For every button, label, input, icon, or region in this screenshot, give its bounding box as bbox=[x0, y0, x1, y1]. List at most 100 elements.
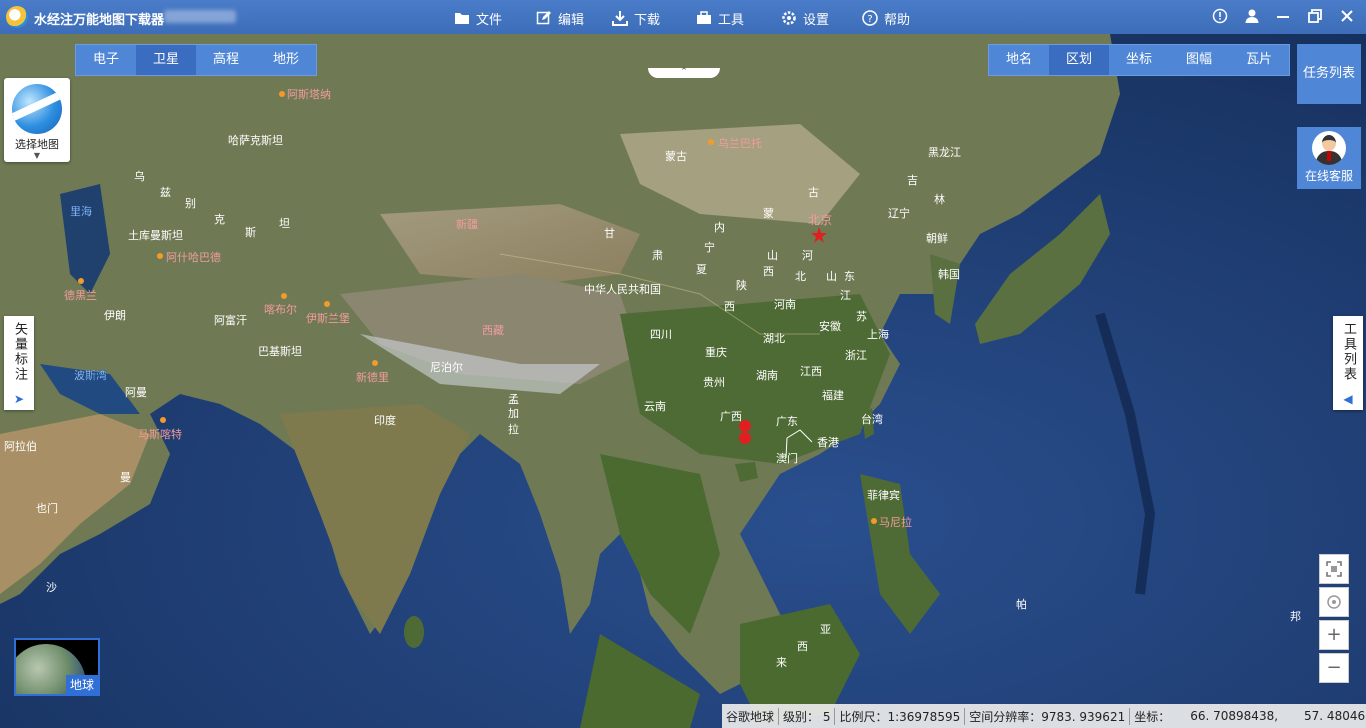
restore-icon[interactable] bbox=[1306, 8, 1324, 26]
online-service-button[interactable]: 在线客服 bbox=[1297, 127, 1361, 189]
label-jilin2: 林 bbox=[934, 192, 945, 206]
task-list-button[interactable]: 任务列表 bbox=[1297, 44, 1361, 104]
select-map-label: 选择地图 bbox=[15, 138, 59, 151]
label-heilongjiang: 黑龙江 bbox=[928, 146, 961, 159]
label-ashgabat: 阿什哈巴德 bbox=[166, 250, 221, 264]
tab-elevation[interactable]: 高程 bbox=[196, 45, 256, 75]
label-anhui: 安徽 bbox=[819, 319, 841, 333]
scale: 比例尺：1:36978595 bbox=[835, 707, 966, 725]
status-bar: 谷歌地球 级别： 5 比例尺：1:36978595 空间分辨率：9783. 93… bbox=[722, 704, 1366, 728]
earth-label: 地球 bbox=[65, 675, 98, 694]
app-logo-icon bbox=[6, 6, 28, 28]
label-shandong1: 山 bbox=[826, 270, 837, 283]
toolbox-icon bbox=[697, 11, 711, 24]
label-dprk: 朝鲜 bbox=[926, 231, 948, 245]
label-shanxi1: 山 bbox=[767, 249, 778, 262]
map-source-globe-icon bbox=[12, 84, 62, 134]
label-uz2: 兹 bbox=[160, 186, 171, 199]
app-title: 水经注万能地图下载器 bbox=[34, 13, 165, 28]
label-ningxia1: 宁 bbox=[704, 240, 715, 254]
menu-file[interactable]: 文件 bbox=[454, 8, 502, 28]
label-hebei2: 北 bbox=[795, 270, 806, 283]
label-iran: 伊朗 bbox=[104, 309, 126, 322]
label-nm1: 内 bbox=[714, 220, 725, 234]
label-new-delhi: 新德里 bbox=[356, 370, 389, 384]
earth-thumbnail[interactable]: 地球 bbox=[14, 638, 100, 696]
version-text-blurred bbox=[164, 10, 236, 23]
label-uz6: 坦 bbox=[279, 216, 290, 230]
tab-map-sheets[interactable]: 图幅 bbox=[1169, 45, 1229, 75]
vector-annotation-tab[interactable]: 矢量标注 ➤ bbox=[4, 316, 34, 410]
select-map-button[interactable]: 选择地图 ▼ bbox=[4, 78, 70, 162]
coords-lat: 57. 4804687 bbox=[1304, 709, 1366, 723]
label-arabia: 阿拉伯 bbox=[4, 439, 37, 453]
edit-icon bbox=[536, 11, 551, 25]
label-zhejiang: 浙江 bbox=[845, 349, 867, 362]
zoom-out-button[interactable]: − bbox=[1319, 653, 1349, 683]
label-caspian: 里海 bbox=[70, 204, 92, 218]
menu-help[interactable]: ? 帮助 bbox=[862, 8, 910, 28]
tab-place-names[interactable]: 地名 bbox=[989, 45, 1049, 75]
label-henan: 河南 bbox=[774, 298, 796, 311]
tab-satellite[interactable]: 卫星 bbox=[136, 45, 196, 75]
menu-tools[interactable]: 工具 bbox=[696, 8, 744, 28]
label-guangdong: 广东 bbox=[776, 415, 798, 428]
info-icon[interactable] bbox=[1211, 8, 1229, 26]
map-view[interactable]: 哈萨克斯坦 乌 兹 别 克 斯 坦 土库曼斯坦 伊朗 阿富汗 巴基斯坦 尼泊尔 … bbox=[0, 34, 1366, 728]
label-jiangsu1: 江 bbox=[840, 289, 851, 302]
label-uz4: 克 bbox=[214, 213, 225, 226]
label-pakistan: 巴基斯坦 bbox=[258, 344, 302, 358]
label-ulaanbaatar: 乌兰巴托 bbox=[718, 136, 762, 150]
label-shanxi2: 西 bbox=[763, 265, 774, 278]
tool-list-label: 工具列表 bbox=[1341, 322, 1356, 382]
menu-download[interactable]: 下载 bbox=[612, 8, 660, 28]
label-jiangsu2: 苏 bbox=[856, 310, 867, 323]
zoom-in-button[interactable]: + bbox=[1319, 620, 1349, 650]
menu-settings[interactable]: 设置 bbox=[781, 8, 829, 28]
fullscreen-button[interactable] bbox=[1319, 554, 1349, 584]
close-icon[interactable] bbox=[1338, 8, 1356, 26]
locate-button[interactable] bbox=[1319, 587, 1349, 617]
zoom-level: 级别： 5 bbox=[779, 707, 836, 725]
tab-coordinates[interactable]: 坐标 bbox=[1109, 45, 1169, 75]
label-palau: 帕 bbox=[1016, 597, 1027, 611]
label-liaoning: 辽宁 bbox=[888, 206, 910, 220]
menu-edit[interactable]: 编辑 bbox=[536, 8, 584, 28]
label-micronesia: 邦 bbox=[1290, 610, 1301, 623]
label-malaysia1: 亚 bbox=[820, 623, 831, 636]
menu-edit-label: 编辑 bbox=[558, 12, 585, 28]
label-philippines: 菲律宾 bbox=[867, 488, 900, 502]
label-nm3: 古 bbox=[808, 186, 819, 199]
label-bangla2: 加 bbox=[508, 407, 519, 420]
tool-list-tab[interactable]: 工具列表 ◀ bbox=[1333, 316, 1363, 410]
label-malaysia2: 西 bbox=[797, 640, 808, 653]
chevron-left-icon: ◀ bbox=[1343, 392, 1353, 406]
online-service-label: 在线客服 bbox=[1304, 169, 1353, 183]
label-hunan: 湖南 bbox=[756, 369, 778, 382]
label-saudi: 沙 bbox=[46, 581, 57, 594]
label-chongqing: 重庆 bbox=[705, 345, 727, 359]
label-gansu2: 肃 bbox=[652, 249, 663, 262]
label-jiangxi: 江西 bbox=[800, 365, 822, 378]
map-source: 谷歌地球 bbox=[722, 707, 780, 725]
label-yemen: 也门 bbox=[36, 501, 58, 515]
coords-lon: 66. 70898438, bbox=[1190, 709, 1279, 723]
map-type-tabs: 电子 卫星 高程 地形 bbox=[75, 44, 317, 76]
layer-tabs: 地名 区划 坐标 图幅 瓦片 bbox=[988, 44, 1290, 76]
vector-annotation-label: 矢量标注 bbox=[12, 322, 27, 382]
tab-divisions[interactable]: 区划 bbox=[1049, 45, 1109, 75]
label-astana: 阿斯塔纳 bbox=[287, 88, 331, 101]
label-fujian: 福建 bbox=[822, 388, 844, 402]
tab-terrain[interactable]: 地形 bbox=[256, 45, 316, 75]
collapse-toolbar-button[interactable]: ⌃ bbox=[648, 68, 720, 78]
label-hubei: 湖北 bbox=[763, 332, 785, 345]
resolution: 空间分辨率：9783. 939621 bbox=[965, 707, 1131, 725]
minimize-icon[interactable] bbox=[1274, 8, 1292, 26]
tab-tiles[interactable]: 瓦片 bbox=[1229, 45, 1289, 75]
label-afghanistan: 阿富汗 bbox=[214, 313, 247, 327]
tab-electronic[interactable]: 电子 bbox=[76, 45, 136, 75]
label-gansu1: 甘 bbox=[604, 227, 615, 240]
user-icon[interactable] bbox=[1243, 8, 1261, 26]
label-islamabad: 伊斯兰堡 bbox=[306, 311, 350, 325]
locate-icon bbox=[1327, 595, 1341, 609]
